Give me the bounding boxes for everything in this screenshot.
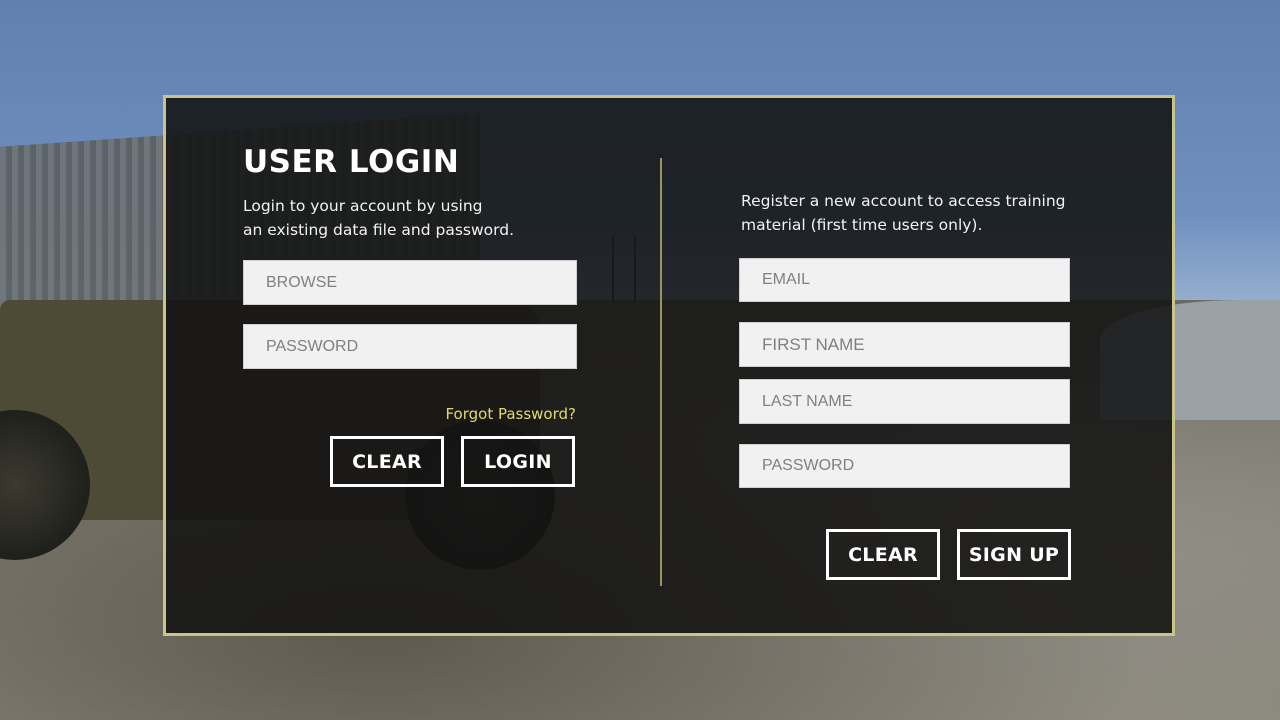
- section-divider: [660, 158, 662, 586]
- last-name-field[interactable]: [739, 379, 1070, 424]
- register-description-line2: material (first time users only).: [741, 216, 983, 234]
- forgot-password-link[interactable]: Forgot Password?: [428, 405, 576, 423]
- login-description-line2: an existing data file and password.: [243, 221, 515, 239]
- login-button[interactable]: LOGIN: [461, 436, 575, 487]
- game-scene-background: USER LOGIN Login to your account by usin…: [0, 0, 1280, 720]
- email-field[interactable]: [739, 258, 1070, 302]
- login-description: Login to your account by using an existi…: [243, 194, 563, 242]
- login-panel: USER LOGIN Login to your account by usin…: [163, 95, 1175, 636]
- register-description: Register a new account to access trainin…: [741, 189, 1101, 237]
- page-title: USER LOGIN: [243, 144, 460, 180]
- login-password-field[interactable]: [243, 324, 577, 369]
- login-clear-button[interactable]: CLEAR: [330, 436, 444, 487]
- login-description-line1: Login to your account by using: [243, 197, 483, 215]
- first-name-field[interactable]: [739, 322, 1070, 367]
- register-description-line1: Register a new account to access trainin…: [741, 192, 1066, 210]
- register-clear-button[interactable]: CLEAR: [826, 529, 940, 580]
- register-password-field[interactable]: [739, 444, 1070, 488]
- sign-up-button[interactable]: SIGN UP: [957, 529, 1071, 580]
- browse-field[interactable]: [243, 260, 577, 305]
